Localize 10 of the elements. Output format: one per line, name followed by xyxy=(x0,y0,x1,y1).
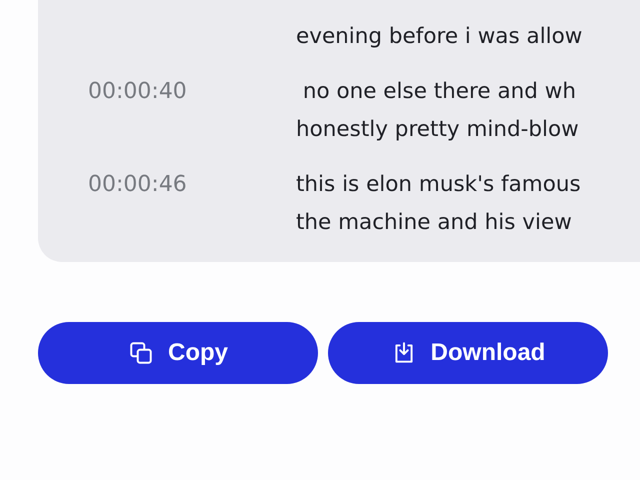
copy-icon xyxy=(128,340,154,366)
transcript-text: this is elon musk's famous xyxy=(296,171,581,199)
copy-button[interactable]: Copy xyxy=(38,322,318,384)
transcript-text: the machine and his view xyxy=(296,209,573,237)
transcript-text: honestly pretty mind-blow xyxy=(296,116,579,144)
transcript-text: no one else there and wh xyxy=(302,78,577,106)
download-button[interactable]: Download xyxy=(328,322,608,384)
timestamp: 00:00:40 xyxy=(88,78,188,106)
transcript-text: evening before i was allow xyxy=(296,23,582,51)
timestamp: 00:00:46 xyxy=(88,171,188,199)
